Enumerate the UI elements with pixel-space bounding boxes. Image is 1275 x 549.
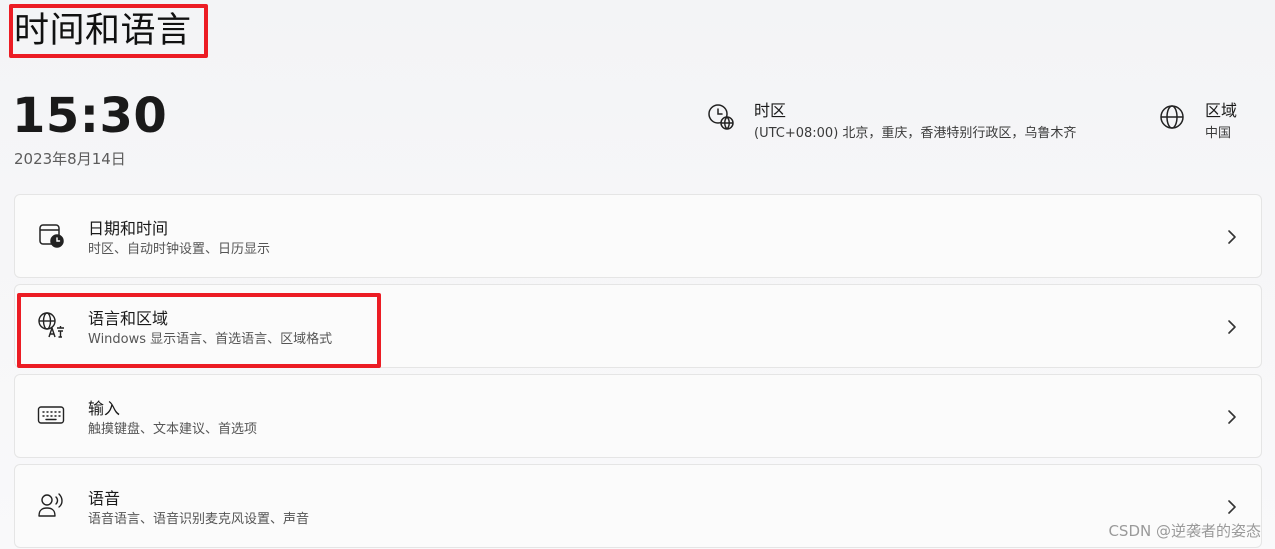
chevron-right-icon xyxy=(1228,500,1236,514)
timezone-value: (UTC+08:00) 北京，重庆，香港特别行政区，乌鲁木齐 xyxy=(754,126,1077,141)
chevron-right-icon xyxy=(1228,410,1236,424)
card-speech[interactable]: 语音 语音语言、语音识别麦克风设置、声音 xyxy=(14,464,1262,548)
keyboard-icon xyxy=(37,401,65,429)
card-description: 触摸键盘、文本建议、首选项 xyxy=(88,422,258,437)
card-title: 日期和时间 xyxy=(88,219,169,238)
watermark: CSDN @逆袭者的姿态 xyxy=(1108,522,1261,540)
timezone-label: 时区 xyxy=(754,101,787,120)
speech-icon xyxy=(37,491,65,519)
calendar-clock-icon xyxy=(37,221,65,249)
region-value: 中国 xyxy=(1205,126,1232,141)
chevron-right-icon xyxy=(1228,230,1236,244)
card-description: 语音语言、语音识别麦克风设置、声音 xyxy=(88,512,310,527)
clock-date: 2023年8月14日 xyxy=(14,150,126,168)
globe-clock-icon xyxy=(706,102,736,132)
card-title: 输入 xyxy=(88,399,121,418)
chevron-right-icon xyxy=(1228,320,1236,334)
highlight-box-language xyxy=(17,293,381,368)
region-info[interactable]: 区域 中国 xyxy=(1157,100,1237,144)
highlight-box-title xyxy=(9,4,208,58)
card-description: 时区、自动时钟设置、日历显示 xyxy=(88,242,271,257)
card-input[interactable]: 输入 触摸键盘、文本建议、首选项 xyxy=(14,374,1262,458)
timezone-info[interactable]: 时区 (UTC+08:00) 北京，重庆，香港特别行政区，乌鲁木齐 xyxy=(706,100,1076,144)
card-date-time[interactable]: 日期和时间 时区、自动时钟设置、日历显示 xyxy=(14,194,1262,278)
globe-icon xyxy=(1157,102,1187,132)
card-title: 语音 xyxy=(88,489,121,508)
region-label: 区域 xyxy=(1205,101,1238,120)
clock-time: 15:30 xyxy=(12,88,168,144)
